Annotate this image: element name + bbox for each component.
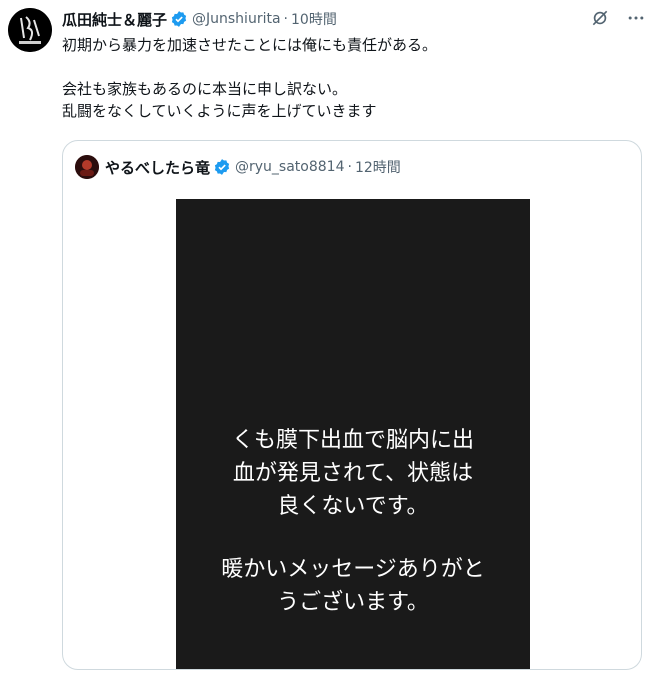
tweet-text-line: 会社も家族もあるのに本当に申し訳ない。 [62,80,348,98]
quote-timestamp: 12時間 [354,160,401,176]
author-handle[interactable]: @Junshiurita [192,11,281,27]
quote-tweet-card[interactable]: やるべしたら竜 @ryu_sato8814 · 12時間 くも膜下出血で脳内に出… [62,140,642,670]
quote-author-handle: @ryu_sato8814 [235,159,345,175]
author-name[interactable]: 瓜田純士＆麗子 [62,9,167,30]
separator: · [347,159,352,175]
verified-badge-icon [170,10,188,28]
media-caption: くも膜下出血で脳内に出 血が発見されて、状態は 良くないです。 暖かいメッセージ… [176,424,530,619]
verified-badge-icon [213,158,231,176]
quote-media-image[interactable]: くも膜下出血で脳内に出 血が発見されて、状態は 良くないです。 暖かいメッセージ… [176,199,530,669]
quote-header: やるべしたら竜 @ryu_sato8814 · 12時間 [75,153,401,181]
media-text-line: うございます。 [277,590,429,615]
tweet-actions [590,8,646,32]
tweet-header: 瓜田純士＆麗子 @Junshiurita · 10時間 [62,8,644,30]
media-text-line: 良くないです。 [277,494,429,519]
quote-author-name: やるべしたら竜 [105,158,211,177]
more-icon[interactable] [626,8,646,32]
media-text-line: 暖かいメッセージありがと [221,557,485,582]
quote-author-avatar [75,155,99,179]
tweet-text-line [62,56,642,78]
media-text-line: くも膜下出血で脳内に出 [231,428,474,453]
author-avatar[interactable] [8,8,52,52]
tweet-timestamp[interactable]: 10時間 [291,9,337,29]
grok-icon[interactable] [590,8,610,32]
media-text-line [176,523,530,553]
tweet-text-line: 乱闘をなくしていくように声を上げていきます [62,102,377,120]
media-text-line: 血が発見されて、状態は [232,461,474,486]
tweet-text: 初期から暴力を加速させたことには俺にも責任がある。 会社も家族もあるのに本当に申… [62,34,642,122]
tweet-text-line: 初期から暴力を加速させたことには俺にも責任がある。 [62,36,438,54]
separator: · [283,11,288,27]
